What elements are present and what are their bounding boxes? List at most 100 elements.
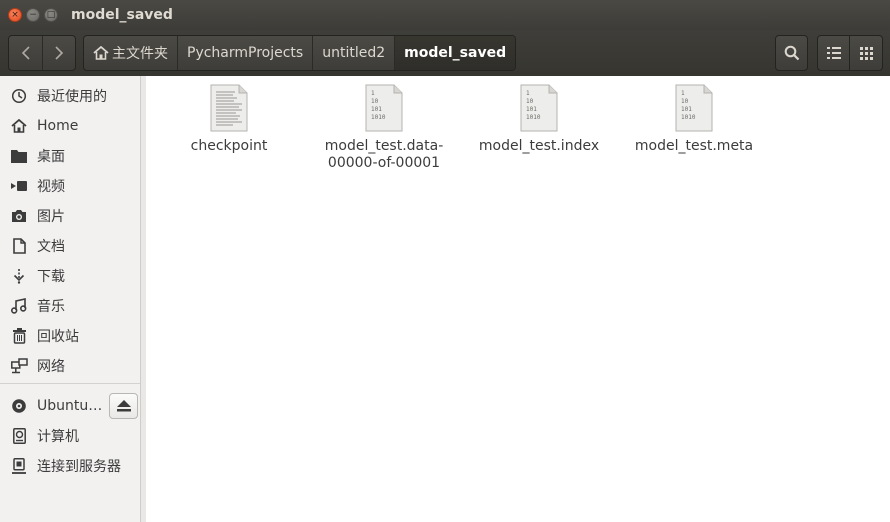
text-file-icon: [210, 84, 248, 132]
toolbar-right-buttons: [775, 35, 890, 71]
sidebar-item-pictures[interactable]: 图片: [0, 201, 140, 231]
sidebar-item-desktop[interactable]: 桌面: [0, 141, 140, 171]
file-item-model-test-data[interactable]: 1 10 101 1010 model_test.data- 00000-of-…: [319, 84, 449, 172]
minimize-window-button[interactable]: −: [26, 8, 40, 22]
toolbar: 主文件夹 PycharmProjects untitled2 model_sav…: [0, 30, 890, 76]
chevron-right-icon: [55, 46, 64, 60]
binary-glyph-line: 1: [371, 90, 375, 97]
sidebar-item-recent[interactable]: 最近使用的: [0, 81, 140, 111]
breadcrumb-label: model_saved: [404, 45, 507, 61]
list-view-icon: [826, 47, 841, 59]
minimize-icon: −: [29, 9, 37, 20]
sidebar-item-connect-server[interactable]: 连接到服务器: [0, 451, 140, 481]
binary-glyph-line: 1010: [526, 114, 541, 121]
binary-glyph-line: 1: [681, 90, 685, 97]
binary-file-icon: 1 10 101 1010: [675, 84, 713, 132]
sidebar: 最近使用的 Home 桌面 视频 图片 文档 下载 音乐 回收站 网络 Ubun…: [0, 76, 141, 522]
search-icon: [784, 45, 799, 61]
eject-button[interactable]: [109, 393, 138, 419]
binary-glyph-line: 10: [681, 98, 689, 105]
maximize-icon: □: [46, 9, 56, 20]
chevron-left-icon: [21, 46, 30, 60]
close-window-button[interactable]: ×: [8, 8, 22, 22]
breadcrumb-model-saved[interactable]: model_saved: [395, 36, 516, 70]
sidebar-item-label: 回收站: [37, 329, 79, 345]
trash-icon: [9, 326, 29, 346]
sidebar-item-label: Ubuntu…: [37, 398, 103, 414]
download-icon: [9, 266, 29, 286]
video-icon: [9, 176, 29, 196]
home-icon: [93, 46, 109, 60]
network-icon: [9, 356, 29, 376]
sidebar-divider: [0, 383, 140, 384]
sidebar-item-label: 网络: [37, 359, 65, 375]
file-item-model-test-index[interactable]: 1 10 101 1010 model_test.index: [474, 84, 604, 155]
close-icon: ×: [11, 9, 19, 20]
binary-glyph-line: 1010: [371, 114, 386, 121]
document-icon: [9, 236, 29, 256]
breadcrumb-label: 主文件夹: [112, 46, 168, 62]
binary-glyph-line: 1: [526, 90, 530, 97]
sidebar-item-label: 最近使用的: [37, 89, 107, 105]
camera-icon: [9, 206, 29, 226]
eject-icon: [116, 400, 131, 412]
disc-icon: [9, 396, 29, 416]
back-button[interactable]: [9, 36, 42, 70]
desktop-folder-icon: [9, 146, 29, 166]
computer-icon: [9, 426, 29, 446]
window-controls: × − □: [8, 8, 58, 22]
sidebar-item-home[interactable]: Home: [0, 111, 140, 141]
breadcrumb-pycharmprojects[interactable]: PycharmProjects: [178, 36, 314, 70]
navigation-buttons: [8, 35, 76, 71]
binary-glyph-line: 101: [681, 106, 692, 113]
sidebar-item-label: 图片: [37, 209, 65, 225]
file-item-model-test-meta[interactable]: 1 10 101 1010 model_test.meta: [629, 84, 759, 155]
sidebar-item-label: 计算机: [37, 429, 79, 445]
sidebar-item-label: Home: [37, 118, 79, 134]
binary-file-icon: 1 10 101 1010: [365, 84, 403, 132]
file-view: checkpoint 1 10 101 1010 model_test.data…: [146, 76, 890, 522]
sidebar-item-documents[interactable]: 文档: [0, 231, 140, 261]
recent-clock-icon: [9, 86, 29, 106]
home-icon: [9, 116, 29, 136]
sidebar-item-label: 视频: [37, 179, 65, 195]
file-name: checkpoint: [190, 138, 268, 154]
title-bar: × − □ model_saved: [0, 0, 890, 30]
sidebar-item-label: 音乐: [37, 299, 65, 315]
sidebar-item-downloads[interactable]: 下载: [0, 261, 140, 291]
sidebar-item-computer[interactable]: 计算机: [0, 421, 140, 451]
music-icon: [9, 296, 29, 316]
file-name: model_test.data- 00000-of-00001: [324, 138, 444, 171]
sidebar-item-network[interactable]: 网络: [0, 351, 140, 381]
binary-glyph-line: 10: [371, 98, 379, 105]
breadcrumb-label: untitled2: [322, 45, 386, 61]
grid-view-button[interactable]: [850, 35, 883, 71]
file-name: model_test.index: [478, 138, 600, 154]
sidebar-item-label: 下载: [37, 269, 65, 285]
sidebar-item-videos[interactable]: 视频: [0, 171, 140, 201]
server-icon: [9, 456, 29, 476]
breadcrumb-untitled2[interactable]: untitled2: [313, 36, 396, 70]
sidebar-item-label: 桌面: [37, 149, 65, 165]
file-item-checkpoint[interactable]: checkpoint: [164, 84, 294, 155]
sidebar-item-ubuntu-disc[interactable]: Ubuntu…: [0, 391, 105, 421]
binary-glyph-line: 10: [526, 98, 534, 105]
breadcrumb-home[interactable]: 主文件夹: [84, 36, 178, 70]
maximize-window-button[interactable]: □: [44, 8, 58, 22]
forward-button[interactable]: [42, 36, 75, 70]
sidebar-item-music[interactable]: 音乐: [0, 291, 140, 321]
file-name: model_test.meta: [634, 138, 754, 154]
binary-file-icon: 1 10 101 1010: [520, 84, 558, 132]
sidebar-item-label: 连接到服务器: [37, 459, 121, 475]
binary-glyph-line: 1010: [681, 114, 696, 121]
search-button[interactable]: [775, 35, 808, 71]
breadcrumb: 主文件夹 PycharmProjects untitled2 model_sav…: [83, 35, 517, 71]
list-view-button[interactable]: [817, 35, 850, 71]
binary-glyph-line: 101: [371, 106, 382, 113]
view-toggle: [817, 35, 883, 71]
binary-glyph-line: 101: [526, 106, 537, 113]
breadcrumb-label: PycharmProjects: [187, 45, 304, 61]
grid-view-icon: [859, 46, 873, 60]
sidebar-item-trash[interactable]: 回收站: [0, 321, 140, 351]
window-title: model_saved: [71, 7, 173, 23]
